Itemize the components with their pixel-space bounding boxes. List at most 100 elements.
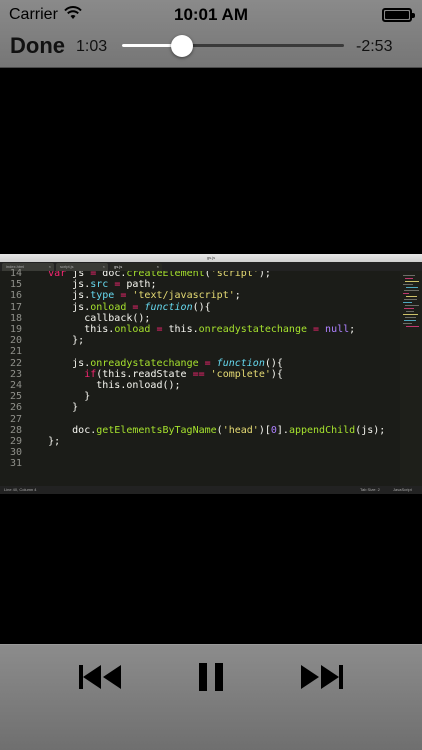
editor-tab-bar: index.html × script.js × gs.js × <box>0 262 422 271</box>
code-token: 'head' <box>222 424 259 436</box>
code-line: this.onload = this.onreadystatechange = … <box>24 324 355 335</box>
code-token: )[ <box>258 424 271 436</box>
code-token: var <box>48 271 67 279</box>
code-token: ]. <box>276 424 289 436</box>
done-button[interactable]: Done <box>10 33 65 59</box>
line-number: 27 <box>9 413 22 425</box>
code-line: } <box>24 391 90 402</box>
code-token: }; <box>24 335 85 347</box>
code-line: this.onload(); <box>24 380 181 391</box>
code-token: this. <box>24 324 115 335</box>
line-number: 17 <box>9 301 22 313</box>
code-line: callback(); <box>24 313 150 324</box>
code-token: if <box>84 368 97 380</box>
top-bar: Carrier 10:01 AM Done 1:03 -2:53 <box>0 0 422 68</box>
code-line: doc.getElementsByTagName('head')[0].appe… <box>24 425 385 436</box>
code-token: } <box>24 402 79 414</box>
line-number: 24 <box>9 380 22 391</box>
editor-window-title: gs.js <box>206 255 216 260</box>
line-number: 19 <box>9 324 22 335</box>
line-number: 22 <box>9 357 22 369</box>
code-token: callback(); <box>24 312 151 324</box>
code-token: = <box>198 357 211 369</box>
code-line: }; <box>24 335 84 346</box>
code-line: js.type = 'text/javascript'; <box>24 290 241 301</box>
editor-tab-label: gs.js <box>114 264 123 269</box>
code-token: (){ <box>264 357 283 369</box>
code-token: }; <box>24 436 61 447</box>
code-token: = <box>150 324 163 335</box>
scrubber-knob[interactable] <box>170 35 193 57</box>
code-token: onreadystatechange <box>90 357 199 369</box>
code-token: ){ <box>270 368 283 380</box>
code-token: js <box>66 271 91 279</box>
code-line: js.onload = function(){ <box>24 302 211 313</box>
editor-tab-script: script.js × <box>56 263 108 271</box>
line-number: 29 <box>9 436 22 447</box>
elapsed-time: 1:03 <box>76 38 108 55</box>
code-token: this.onload(); <box>24 380 181 391</box>
code-token: doc. <box>96 271 127 279</box>
editor-status-bar: Line 40, Column 4 Tab Size: 2 JavaScript <box>0 486 422 494</box>
close-icon: × <box>102 264 105 269</box>
line-number: 28 <box>9 424 22 436</box>
skip-forward-icon[interactable] <box>300 662 344 692</box>
code-line: js.src = path; <box>24 279 156 290</box>
line-number: 30 <box>9 447 22 459</box>
code-token: js. <box>24 290 91 302</box>
code-token: function <box>138 301 193 313</box>
code-line: }; <box>24 436 60 447</box>
skip-back-icon[interactable] <box>78 662 122 692</box>
code-token: (){ <box>192 301 211 313</box>
code-line: var js = doc.createElement('script'); <box>24 271 271 279</box>
code-token: = <box>126 301 139 313</box>
line-number-gutter: 14 15 16 17 18 19 20 21 22 23 24 25 26 27 28 29 30 31 <box>0 268 24 486</box>
code-token: onload <box>90 301 127 313</box>
code-token: path; <box>120 279 157 291</box>
editor-title-bar: gs.js <box>0 254 422 262</box>
playback-controls <box>0 644 422 750</box>
code-token: (this.readState <box>96 368 193 380</box>
line-number: 25 <box>9 391 22 403</box>
scrubber-slider[interactable] <box>122 35 344 57</box>
line-number: 15 <box>9 279 22 291</box>
code-token: ); <box>258 271 271 279</box>
status-time: 10:01 AM <box>173 5 248 24</box>
line-number: 26 <box>9 402 22 414</box>
cursor-position: Line 40, Column 4 <box>4 487 37 492</box>
pause-icon[interactable] <box>198 662 224 692</box>
editor-tab-label: script.js <box>60 264 74 269</box>
code-token: appendChild <box>288 424 356 436</box>
code-token: doc. <box>24 424 97 436</box>
line-number: 16 <box>9 290 22 302</box>
video-frame[interactable]: gs.js index.html × script.js × gs.js × 14 15… <box>0 254 422 494</box>
code-token: } <box>24 391 91 403</box>
close-icon: × <box>156 264 159 269</box>
code-token: src <box>90 279 109 291</box>
code-token: (js); <box>355 424 386 436</box>
line-number: 14 <box>9 268 22 279</box>
code-token: = <box>108 279 121 291</box>
line-number: 21 <box>9 346 22 358</box>
code-line: if(this.readState == 'complete'){ <box>24 369 283 380</box>
code-token: null <box>319 324 350 335</box>
code-line: js.onreadystatechange = function(){ <box>24 358 283 369</box>
code-token: == <box>192 368 205 380</box>
tab-size: Tab Size: 2 <box>360 487 380 492</box>
code-token: 'script' <box>210 271 259 279</box>
remaining-time: -2:53 <box>356 38 393 55</box>
code-token: = <box>306 324 320 335</box>
code-token: js. <box>24 279 91 291</box>
code-token: onreadystatechange <box>198 324 307 335</box>
line-number: 31 <box>9 458 22 470</box>
code-token: js. <box>24 357 91 369</box>
syntax-mode: JavaScript <box>393 487 412 492</box>
editor-tab-gs: gs.js × <box>110 263 162 271</box>
line-number: 23 <box>9 368 22 380</box>
code-token: function <box>210 357 265 369</box>
code-token: createElement <box>126 271 205 279</box>
code-token: this. <box>162 324 199 335</box>
code-line: } <box>24 402 78 413</box>
